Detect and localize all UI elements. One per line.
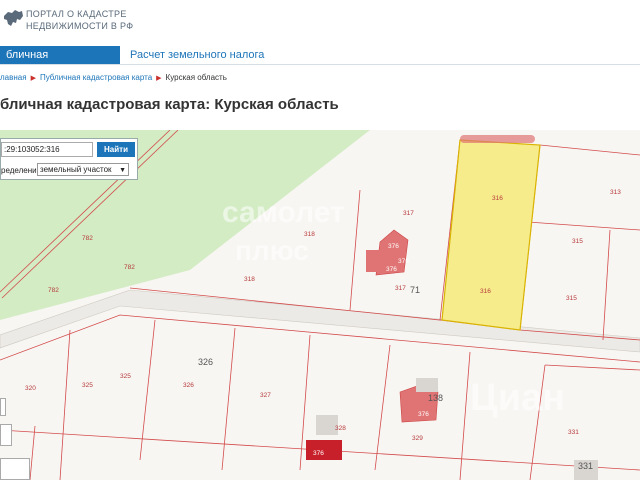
- label-782-a: 782: [82, 235, 93, 242]
- tab-public-cadastral-map[interactable]: бличная кадастровая карта: [0, 46, 120, 79]
- site-header: ПОРТАЛ О КАДАСТРЕ НЕДВИЖИМОСТИ В РФ: [0, 0, 640, 44]
- label-331-small: 331: [568, 429, 579, 436]
- map-canvas[interactable]: 316 316 313 315 315 317 317 71 318 318 7…: [0, 130, 640, 480]
- watermark-bottom: Циан: [470, 377, 565, 419]
- label-138: 138: [428, 393, 443, 403]
- layers-icon[interactable]: [0, 424, 12, 446]
- selected-parcel-316[interactable]: [441, 139, 541, 331]
- label-326-small: 326: [183, 382, 194, 389]
- building-label-c: 376: [386, 266, 397, 273]
- label-316-bottom: 316: [480, 288, 491, 295]
- scale-control[interactable]: [0, 458, 30, 480]
- label-317-a: 317: [403, 210, 414, 217]
- building-label-a: 376: [388, 243, 399, 250]
- building-label-e: 376: [313, 450, 324, 457]
- road: [0, 289, 640, 353]
- nav-divider: [0, 64, 640, 65]
- breadcrumb-separator-icon: ▶: [30, 75, 36, 82]
- label-331-big: 331: [578, 461, 593, 471]
- page-title: бличная кадастровая карта: Курская облас…: [0, 96, 339, 113]
- definition-select-value: земельный участок: [40, 165, 112, 174]
- breadcrumb-public-map[interactable]: Публичная кадастровая карта: [40, 73, 152, 82]
- tab-land-tax-calculation[interactable]: Расчет земельного налога: [124, 46, 270, 64]
- label-318-b: 318: [244, 276, 255, 283]
- label-326-big: 326: [198, 357, 213, 367]
- watermark-top: самолет: [222, 196, 345, 229]
- label-782-c: 782: [48, 287, 59, 294]
- label-315-a: 315: [572, 238, 583, 245]
- label-71: 71: [410, 285, 420, 295]
- label-325-b: 325: [120, 373, 131, 380]
- label-327: 327: [260, 392, 271, 399]
- zoom-control[interactable]: [0, 398, 6, 416]
- label-315-b: 315: [566, 295, 577, 302]
- breadcrumb-current: Курская область: [165, 73, 227, 82]
- logo-text[interactable]: ПОРТАЛ О КАДАСТРЕ НЕДВИЖИМОСТИ В РФ: [26, 8, 133, 32]
- label-320: 320: [25, 385, 36, 392]
- cadastral-number-input[interactable]: [1, 142, 93, 157]
- label-325-a: 325: [82, 382, 93, 389]
- selection-marker: [460, 135, 535, 143]
- building-label-d: 376: [418, 411, 429, 418]
- label-316-top: 316: [492, 195, 503, 202]
- label-328: 328: [335, 425, 346, 432]
- cadastral-map[interactable]: 316 316 313 315 315 317 317 71 318 318 7…: [0, 130, 640, 480]
- breadcrumb-home[interactable]: лавная: [0, 73, 27, 82]
- label-329: 329: [412, 435, 423, 442]
- watermark-top-2: плюс: [235, 235, 309, 266]
- breadcrumb: лавная ▶ Публичная кадастровая карта ▶ Курск…: [0, 73, 227, 82]
- logo-line-2: НЕДВИЖИМОСТИ В РФ: [26, 21, 134, 31]
- russia-map-icon[interactable]: [2, 6, 24, 32]
- label-317-b: 317: [395, 285, 406, 292]
- find-button[interactable]: Найти: [97, 142, 135, 157]
- logo-line-1: ПОРТАЛ О КАДАСТРЕ: [26, 9, 127, 19]
- search-panel: Найти ределение: земельный участок ▼: [0, 138, 138, 180]
- label-782-b: 782: [124, 264, 135, 271]
- definition-select[interactable]: земельный участок ▼: [37, 163, 129, 176]
- chevron-down-icon: ▼: [119, 167, 126, 174]
- building-label-b: 376: [398, 258, 409, 265]
- label-313: 313: [610, 189, 621, 196]
- main-nav: бличная кадастровая карта Расчет земельн…: [0, 46, 640, 79]
- breadcrumb-separator-icon: ▶: [156, 75, 162, 82]
